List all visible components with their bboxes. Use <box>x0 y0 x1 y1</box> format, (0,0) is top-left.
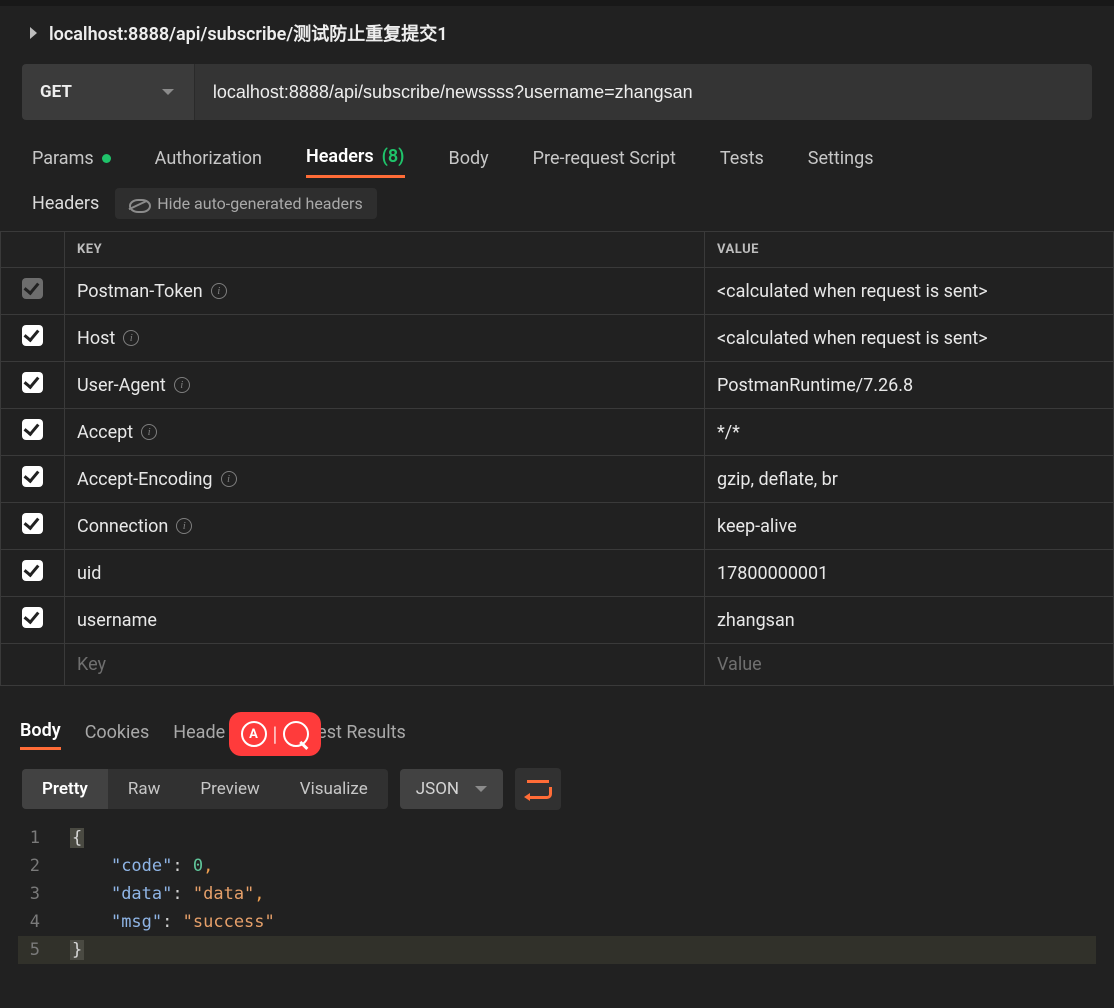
header-enabled-checkbox[interactable] <box>22 325 43 346</box>
header-key-cell[interactable]: uid <box>65 550 705 597</box>
tab-tests[interactable]: Tests <box>720 148 764 177</box>
response-tab-cookies[interactable]: Cookies <box>85 722 150 749</box>
response-tab-headers[interactable]: Heade <box>173 722 225 749</box>
header-enabled-checkbox[interactable] <box>22 278 43 299</box>
chevron-down-icon <box>475 786 487 792</box>
header-key-cell[interactable]: Accept-Encodingi <box>65 456 705 503</box>
method-select[interactable]: GET <box>22 64 195 120</box>
headers-table: KEY VALUE Postman-Tokeni<calculated when… <box>0 231 1114 686</box>
info-icon[interactable]: i <box>141 424 157 440</box>
header-value-cell[interactable]: PostmanRuntime/7.26.8 <box>705 362 1114 409</box>
view-preview-button[interactable]: Preview <box>180 769 279 809</box>
view-pretty-button[interactable]: Pretty <box>22 769 108 809</box>
header-key-cell[interactable]: User-Agenti <box>65 362 705 409</box>
tab-pre-request-script[interactable]: Pre-request Script <box>533 148 676 177</box>
header-col-key: KEY <box>65 232 705 268</box>
header-enabled-checkbox[interactable] <box>22 419 43 440</box>
hide-autogen-toggle[interactable]: Hide auto-generated headers <box>115 188 376 219</box>
header-key-input[interactable]: Key <box>65 644 705 686</box>
request-tabs: Params Authorization Headers (8) Body Pr… <box>0 146 1114 188</box>
line-number: 1 <box>18 824 70 852</box>
chevron-down-icon <box>162 89 174 95</box>
header-enabled-checkbox[interactable] <box>22 560 43 581</box>
eye-off-icon <box>129 195 147 213</box>
info-icon[interactable]: i <box>174 377 190 393</box>
headers-label: Headers <box>32 193 99 214</box>
wrap-icon <box>527 780 549 798</box>
header-value-cell[interactable]: */* <box>705 409 1114 456</box>
response-view-mode: Pretty Raw Preview Visualize <box>22 769 388 809</box>
header-value-cell[interactable]: <calculated when request is sent> <box>705 268 1114 315</box>
line-number: 5 <box>18 936 70 964</box>
table-row: Hosti<calculated when request is sent> <box>1 315 1114 362</box>
table-row: Accepti*/* <box>1 409 1114 456</box>
header-col-value: VALUE <box>705 232 1114 268</box>
params-active-dot-icon <box>102 154 111 163</box>
tab-settings[interactable]: Settings <box>808 148 874 177</box>
tab-headers[interactable]: Headers (8) <box>306 146 405 178</box>
response-tab-test-results[interactable]: est Results <box>317 722 406 749</box>
tab-params[interactable]: Params <box>32 148 111 177</box>
header-key-cell[interactable]: Accepti <box>65 409 705 456</box>
view-visualize-button[interactable]: Visualize <box>280 769 388 809</box>
info-icon[interactable]: i <box>221 471 237 487</box>
header-enabled-checkbox[interactable] <box>22 513 43 534</box>
line-number: 4 <box>18 908 70 936</box>
table-row: Connectionikeep-alive <box>1 503 1114 550</box>
collapse-icon[interactable] <box>30 27 37 39</box>
view-raw-button[interactable]: Raw <box>108 769 181 809</box>
info-icon[interactable]: i <box>211 283 227 299</box>
request-url-bar: GET <box>22 64 1092 120</box>
wrap-lines-button[interactable] <box>515 768 561 810</box>
tab-authorization[interactable]: Authorization <box>155 148 262 177</box>
table-row-new: KeyValue <box>1 644 1114 686</box>
header-enabled-checkbox[interactable] <box>22 607 43 628</box>
header-enabled-checkbox[interactable] <box>22 372 43 393</box>
table-row: Postman-Tokeni<calculated when request i… <box>1 268 1114 315</box>
headers-subheader: Headers Hide auto-generated headers <box>0 188 1114 229</box>
header-value-cell[interactable]: keep-alive <box>705 503 1114 550</box>
format-select[interactable]: JSON <box>400 769 503 809</box>
header-col-checkbox <box>1 232 65 268</box>
response-body[interactable]: 1 { 2 "code": 0, 3 "data": "data", 4 "ms… <box>0 818 1114 982</box>
header-value-cell[interactable]: gzip, deflate, br <box>705 456 1114 503</box>
table-row: uid17800000001 <box>1 550 1114 597</box>
header-value-input[interactable]: Value <box>705 644 1114 686</box>
tab-body[interactable]: Body <box>449 148 489 177</box>
response-toolbar: Pretty Raw Preview Visualize JSON <box>0 760 1114 818</box>
table-row: usernamezhangsan <box>1 597 1114 644</box>
header-value-cell[interactable]: zhangsan <box>705 597 1114 644</box>
request-title: localhost:8888/api/subscribe/测试防止重复提交1 <box>49 20 448 46</box>
header-key-cell[interactable]: Connectioni <box>65 503 705 550</box>
method-label: GET <box>40 82 72 102</box>
ai-search-badge[interactable]: A | <box>229 712 321 756</box>
info-icon[interactable]: i <box>123 330 139 346</box>
header-key-cell[interactable]: username <box>65 597 705 644</box>
header-value-cell[interactable]: <calculated when request is sent> <box>705 315 1114 362</box>
header-enabled-checkbox[interactable] <box>22 466 43 487</box>
request-title-row: localhost:8888/api/subscribe/测试防止重复提交1 <box>0 6 1114 64</box>
header-key-cell[interactable]: Postman-Tokeni <box>65 268 705 315</box>
url-input[interactable] <box>195 64 1092 120</box>
header-key-cell[interactable]: Hosti <box>65 315 705 362</box>
search-icon <box>283 721 309 747</box>
response-tabs: Body Cookies Heade est Results A | <box>0 700 1114 760</box>
ai-icon: A <box>241 721 267 747</box>
info-icon[interactable]: i <box>176 518 192 534</box>
response-tab-body[interactable]: Body <box>20 720 61 750</box>
header-value-cell[interactable]: 17800000001 <box>705 550 1114 597</box>
table-row: User-AgentiPostmanRuntime/7.26.8 <box>1 362 1114 409</box>
line-number: 2 <box>18 852 70 880</box>
line-number: 3 <box>18 880 70 908</box>
table-row: Accept-Encodingigzip, deflate, br <box>1 456 1114 503</box>
